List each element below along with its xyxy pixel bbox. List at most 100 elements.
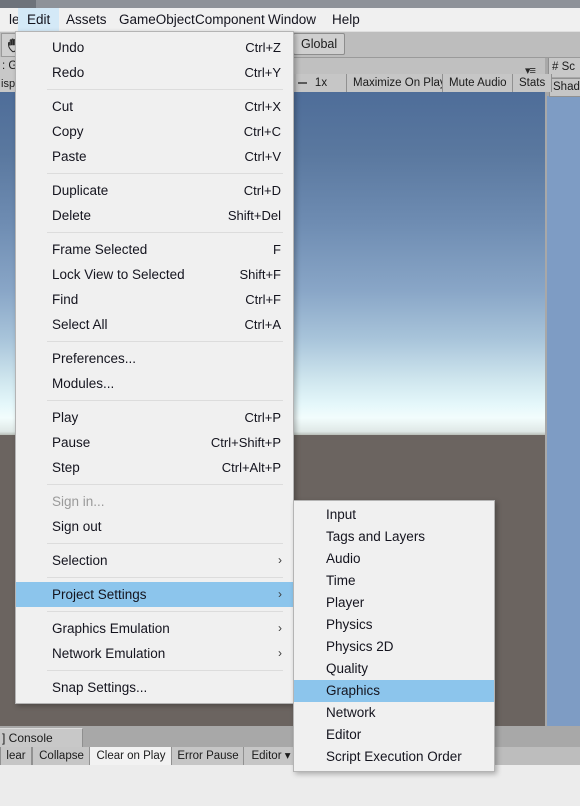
menu-separator xyxy=(47,89,283,90)
menu-separator xyxy=(47,543,283,544)
submenu-item-time[interactable]: Time xyxy=(294,570,494,592)
menubar-item-help[interactable]: Help xyxy=(323,8,369,31)
menu-item-sign-out[interactable]: Sign out xyxy=(16,514,293,539)
menubar-item-assets[interactable]: Assets xyxy=(57,8,116,31)
menu-item-shortcut: Ctrl+V xyxy=(244,149,281,164)
submenu-item-network[interactable]: Network xyxy=(294,702,494,724)
menu-item-label: Undo xyxy=(52,40,85,55)
menu-item-network-emulation[interactable]: Network Emulation › xyxy=(16,641,293,666)
pivot-rotation-toggle[interactable]: Global xyxy=(293,33,346,55)
menu-item-label: Play xyxy=(52,410,79,425)
menu-item-shortcut: Ctrl+Z xyxy=(245,40,281,55)
menu-separator xyxy=(47,232,283,233)
menu-item-snap-settings[interactable]: Snap Settings... xyxy=(16,675,293,700)
menu-separator xyxy=(47,341,283,342)
menu-item-label: Lock View to Selected xyxy=(52,267,185,282)
scene-view-body[interactable] xyxy=(547,96,580,732)
menu-item-paste[interactable]: Paste Ctrl+V xyxy=(16,144,293,169)
menu-item-selection[interactable]: Selection › xyxy=(16,548,293,573)
menu-item-shortcut: Ctrl+Y xyxy=(244,65,281,80)
window-title-strip-left xyxy=(0,0,36,8)
menu-item-play[interactable]: Play Ctrl+P xyxy=(16,405,293,430)
menu-item-modules[interactable]: Modules... xyxy=(16,371,293,396)
error-pause-button[interactable]: Error Pause xyxy=(171,747,245,765)
menu-separator xyxy=(47,577,283,578)
editor-dropdown-button[interactable]: Editor ▾ xyxy=(243,747,299,765)
menu-item-label: Graphics Emulation xyxy=(52,621,170,636)
menu-item-label: Step xyxy=(52,460,80,475)
clear-on-play-button[interactable]: Clear on Play xyxy=(89,747,173,765)
menu-item-frame-selected[interactable]: Frame Selected F xyxy=(16,237,293,262)
submenu-item-script-execution-order[interactable]: Script Execution Order xyxy=(294,746,494,768)
project-settings-submenu[interactable]: Input Tags and Layers Audio Time Player Physi… xyxy=(293,500,495,772)
menu-item-shortcut: Ctrl+F xyxy=(245,292,281,307)
menu-item-sign-in: Sign in... xyxy=(16,489,293,514)
scene-shading-dropdown[interactable]: Shad xyxy=(549,78,580,97)
window-title-strip xyxy=(0,0,580,8)
submenu-item-physics[interactable]: Physics xyxy=(294,614,494,636)
submenu-item-player[interactable]: Player xyxy=(294,592,494,614)
tab-console[interactable]: ] Console xyxy=(0,728,83,748)
edit-dropdown-menu[interactable]: Undo Ctrl+Z Redo Ctrl+Y Cut Ctrl+X Copy Ctrl+C P… xyxy=(15,31,294,704)
menu-item-undo[interactable]: Undo Ctrl+Z xyxy=(16,35,293,60)
menu-item-label: Delete xyxy=(52,208,92,223)
menu-separator xyxy=(47,173,283,174)
menu-item-label: Pause xyxy=(52,435,91,450)
menu-item-label: Cut xyxy=(52,99,74,114)
chevron-right-icon: › xyxy=(278,553,282,567)
menu-separator xyxy=(47,611,283,612)
submenu-item-editor[interactable]: Editor xyxy=(294,724,494,746)
menu-item-shortcut: Ctrl+Alt+P xyxy=(221,460,281,475)
chevron-right-icon: › xyxy=(278,621,282,635)
menu-item-lock-view-to-selected[interactable]: Lock View to Selected Shift+F xyxy=(16,262,293,287)
menu-item-copy[interactable]: Copy Ctrl+C xyxy=(16,119,293,144)
collapse-button[interactable]: Collapse xyxy=(32,747,91,765)
submenu-item-quality[interactable]: Quality xyxy=(294,658,494,680)
menu-item-shortcut: Ctrl+C xyxy=(243,124,281,139)
mute-audio-button[interactable]: Mute Audio xyxy=(442,74,514,92)
menu-item-preferences[interactable]: Preferences... xyxy=(16,346,293,371)
menu-item-pause[interactable]: Pause Ctrl+Shift+P xyxy=(16,430,293,455)
menubar-item-edit[interactable]: Edit xyxy=(18,8,60,31)
menu-item-project-settings[interactable]: Project Settings › xyxy=(16,582,293,607)
menu-item-shortcut: Ctrl+Shift+P xyxy=(210,435,281,450)
submenu-item-graphics[interactable]: Graphics xyxy=(294,680,494,702)
menu-item-label: Paste xyxy=(52,149,87,164)
menu-item-label: Selection xyxy=(52,553,108,568)
menu-item-label: Duplicate xyxy=(52,183,109,198)
menu-item-label: Copy xyxy=(52,124,84,139)
menu-item-cut[interactable]: Cut Ctrl+X xyxy=(16,94,293,119)
menu-item-shortcut: Shift+F xyxy=(239,267,281,282)
clear-button[interactable]: lear xyxy=(0,747,32,765)
menu-separator xyxy=(47,484,283,485)
menu-item-shortcut: F xyxy=(273,242,281,257)
menu-item-label: Modules... xyxy=(52,376,115,391)
menu-item-delete[interactable]: Delete Shift+Del xyxy=(16,203,293,228)
menu-separator xyxy=(47,400,283,401)
menu-separator xyxy=(47,670,283,671)
menu-bar: le Edit Assets GameObject Component Window Hel… xyxy=(0,8,580,32)
menu-item-shortcut: Shift+Del xyxy=(227,208,281,223)
game-view-scale-handle[interactable] xyxy=(298,82,307,84)
maximize-on-play-button[interactable]: Maximize On Play xyxy=(346,74,453,92)
menu-item-shortcut: Ctrl+A xyxy=(244,317,281,332)
menu-item-step[interactable]: Step Ctrl+Alt+P xyxy=(16,455,293,480)
menu-item-duplicate[interactable]: Duplicate Ctrl+D xyxy=(16,178,293,203)
menu-item-label: Sign out xyxy=(52,519,102,534)
submenu-item-input[interactable]: Input xyxy=(294,504,494,526)
menu-item-select-all[interactable]: Select All Ctrl+A xyxy=(16,312,293,337)
kebab-menu-icon[interactable]: ▾≡ xyxy=(525,64,536,77)
tab-scene[interactable]: # Sc xyxy=(548,57,580,77)
menu-item-shortcut: Ctrl+D xyxy=(243,183,281,198)
chevron-right-icon: › xyxy=(278,587,282,601)
menu-item-redo[interactable]: Redo Ctrl+Y xyxy=(16,60,293,85)
menu-item-label: Find xyxy=(52,292,79,307)
submenu-item-tags-and-layers[interactable]: Tags and Layers xyxy=(294,526,494,548)
submenu-item-physics-2d[interactable]: Physics 2D xyxy=(294,636,494,658)
menu-item-find[interactable]: Find Ctrl+F xyxy=(16,287,293,312)
menu-item-graphics-emulation[interactable]: Graphics Emulation › xyxy=(16,616,293,641)
menu-item-shortcut: Ctrl+P xyxy=(244,410,281,425)
menu-item-label: Project Settings xyxy=(52,587,147,602)
submenu-item-audio[interactable]: Audio xyxy=(294,548,494,570)
menubar-item-window[interactable]: Window xyxy=(259,8,325,31)
